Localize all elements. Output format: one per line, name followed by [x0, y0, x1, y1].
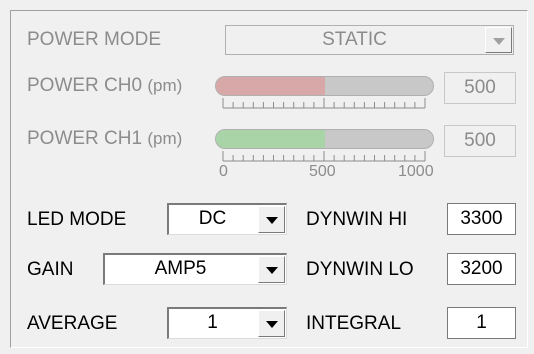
led-mode-dropdown-button[interactable] — [258, 206, 285, 233]
scale-mid-label: 500 — [309, 163, 336, 180]
power-ch0-value-field[interactable]: 500 — [444, 72, 516, 104]
average-dropdown-button[interactable] — [258, 310, 285, 337]
power-ch1-slider[interactable] — [215, 129, 434, 149]
settings-panel — [10, 10, 528, 348]
power-ch1-scale — [222, 151, 426, 162]
power-mode-select[interactable]: STATIC — [225, 25, 514, 55]
power-ch1-level — [216, 130, 325, 148]
average-value: 1 — [207, 312, 218, 333]
chevron-down-icon — [266, 267, 278, 274]
gain-label: GAIN — [27, 259, 74, 280]
dynwin-hi-input[interactable]: 3300 — [447, 203, 516, 235]
led-mode-label: LED MODE — [27, 209, 127, 230]
scale-min-label: 0 — [219, 163, 228, 180]
power-mode-value: STATIC — [322, 29, 387, 50]
led-mode-value: DC — [198, 208, 227, 229]
power-mode-dropdown-button[interactable] — [485, 27, 512, 53]
chevron-down-icon — [266, 321, 278, 328]
integral-label: INTEGRAL — [306, 313, 402, 334]
power-ch0-level — [216, 77, 325, 95]
average-label: AVERAGE — [27, 313, 118, 334]
integral-input[interactable]: 1 — [447, 307, 516, 339]
chevron-down-icon — [266, 217, 278, 224]
power-ch1-value-field[interactable]: 500 — [444, 125, 516, 157]
gain-select[interactable]: AMP5 — [103, 253, 287, 285]
scale-max-label: 1000 — [398, 163, 434, 180]
power-mode-label: POWER MODE — [27, 29, 162, 50]
dynwin-lo-input[interactable]: 3200 — [447, 253, 516, 285]
gain-value: AMP5 — [154, 258, 207, 279]
power-ch0-slider[interactable] — [215, 76, 434, 96]
dynwin-hi-label: DYNWIN HI — [306, 209, 408, 230]
gain-dropdown-button[interactable] — [258, 256, 285, 283]
led-mode-select[interactable]: DC — [167, 203, 287, 235]
power-ch1-label: POWER CH1 (pm) — [27, 128, 183, 149]
dynwin-lo-label: DYNWIN LO — [306, 259, 414, 280]
power-ch0-scale — [222, 98, 426, 109]
power-ch0-label: POWER CH0 (pm) — [27, 75, 183, 96]
average-select[interactable]: 1 — [167, 307, 287, 339]
chevron-down-icon — [493, 38, 505, 45]
